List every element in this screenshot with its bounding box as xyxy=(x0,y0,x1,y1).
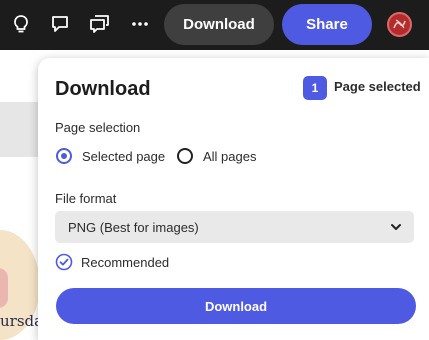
radio-selected-page[interactable]: Selected page xyxy=(56,148,165,164)
radio-selected-page-indicator[interactable] xyxy=(56,148,72,164)
recommended-label: Recommended xyxy=(81,254,170,270)
radio-all-pages-label: All pages xyxy=(203,148,257,164)
canvas-decoration-accent xyxy=(0,268,8,308)
file-format-value: PNG (Best for images) xyxy=(68,219,199,235)
comments-icon[interactable] xyxy=(88,12,112,36)
chevron-down-icon xyxy=(391,224,401,230)
comment-icon[interactable] xyxy=(48,12,72,36)
selected-count-label: Page selected xyxy=(334,79,421,94)
more-icon[interactable] xyxy=(128,12,152,36)
file-format-select[interactable]: PNG (Best for images) xyxy=(55,211,414,243)
share-button[interactable]: Share xyxy=(282,4,372,45)
radio-all-pages[interactable]: All pages xyxy=(177,148,256,164)
selected-count-badge: 1 xyxy=(303,76,327,100)
recommended-indicator: Recommended xyxy=(55,253,169,271)
page-selection-label: Page selection xyxy=(55,120,141,135)
canvas-partial-text: ursda xyxy=(0,312,44,330)
download-button[interactable]: Download xyxy=(56,288,416,324)
avatar[interactable] xyxy=(387,12,412,37)
download-button-top[interactable]: Download xyxy=(164,4,274,45)
panel-title: Download xyxy=(55,78,151,100)
check-circle-icon xyxy=(55,253,73,271)
download-panel: Download 1 Page selected Page selection … xyxy=(38,58,429,340)
file-format-label: File format xyxy=(55,191,117,206)
radio-selected-page-label: Selected page xyxy=(82,148,166,164)
lightbulb-icon[interactable] xyxy=(9,12,33,36)
radio-all-pages-indicator[interactable] xyxy=(177,148,193,164)
top-toolbar: Download Share xyxy=(0,0,429,50)
